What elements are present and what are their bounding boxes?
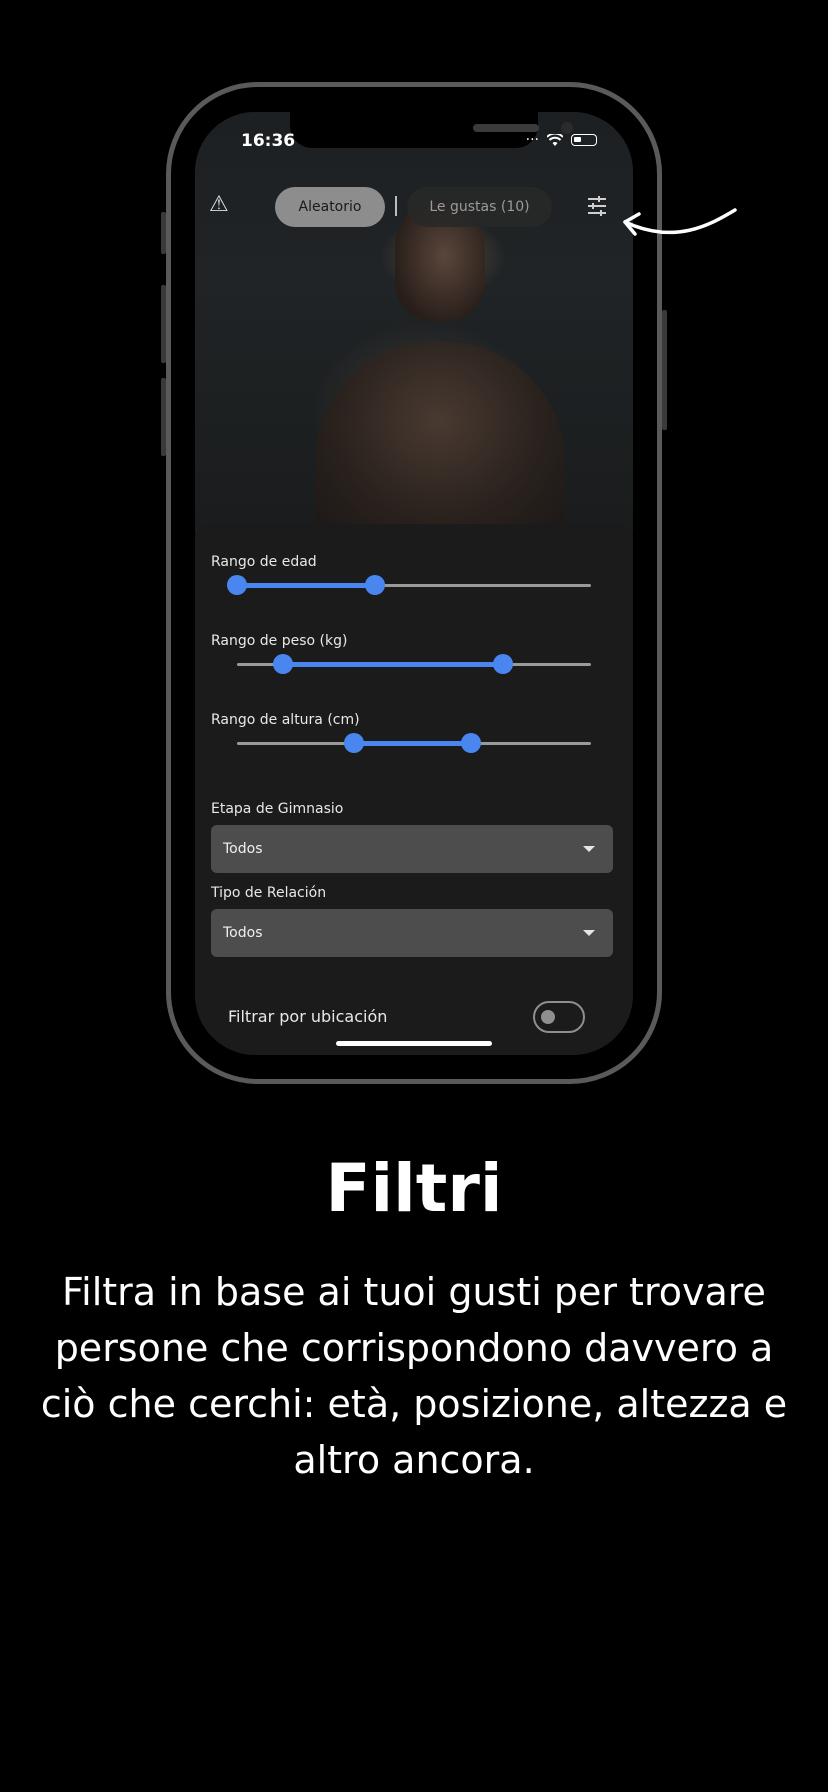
height-range-max-thumb[interactable] <box>460 733 481 753</box>
battery-icon <box>571 134 597 146</box>
height-range-min-thumb[interactable] <box>343 733 364 753</box>
tab-le-gustas[interactable]: Le gustas (10) <box>407 187 552 227</box>
tab-aleatorio[interactable]: Aleatorio <box>275 187 385 227</box>
weight-range-label: Rango de peso (kg) <box>211 633 348 649</box>
weight-range-slider[interactable] <box>237 654 591 674</box>
relationship-type-select[interactable]: Todos <box>211 909 613 957</box>
profile-photo <box>195 112 633 542</box>
tune-icon[interactable] <box>585 194 609 218</box>
age-range-min-thumb[interactable] <box>227 575 247 595</box>
location-filter-toggle[interactable] <box>533 1001 585 1033</box>
height-range-slider[interactable] <box>237 733 591 753</box>
age-range-slider[interactable] <box>227 575 591 595</box>
wifi-icon <box>547 133 563 146</box>
home-indicator <box>336 1041 492 1046</box>
height-range-label: Rango de altura (cm) <box>211 712 360 728</box>
toggle-knob <box>541 1010 555 1024</box>
relationship-type-label: Tipo de Relación <box>211 885 327 901</box>
age-range-fill <box>237 583 376 588</box>
signal-icon: ··· <box>525 132 539 148</box>
phone-screen: 16:36 ··· ⚠ Aleatorio Le gustas (10) Ran… <box>195 112 633 1055</box>
side-button <box>161 285 166 363</box>
pointer-arrow-icon <box>623 208 737 236</box>
photo-subject <box>315 342 565 542</box>
gym-stage-select[interactable]: Todos <box>211 825 613 873</box>
weight-range-max-thumb[interactable] <box>492 654 513 674</box>
weight-range-min-thumb[interactable] <box>273 654 294 674</box>
side-button <box>662 310 667 430</box>
relationship-type-value: Todos <box>223 925 263 941</box>
notch <box>290 112 573 148</box>
age-range-max-thumb[interactable] <box>365 575 386 595</box>
side-button <box>161 212 166 254</box>
feature-title: Filtri <box>325 1150 503 1227</box>
dropdown-arrow-icon <box>583 846 595 852</box>
gym-stage-label: Etapa de Gimnasio <box>211 801 344 817</box>
weight-range-fill <box>283 662 503 667</box>
age-range-label: Rango de edad <box>211 554 317 570</box>
gym-stage-value: Todos <box>223 841 263 857</box>
warning-icon[interactable]: ⚠ <box>209 192 229 217</box>
filters-sheet: Rango de edad Rango de peso (kg) Rango d… <box>195 524 633 1055</box>
dropdown-arrow-icon <box>583 930 595 936</box>
side-button <box>161 378 166 456</box>
location-filter-label: Filtrar por ubicación <box>228 1007 388 1026</box>
status-icons: ··· <box>526 132 597 148</box>
feature-description: Filtra in base ai tuoi gusti per trovare… <box>40 1270 788 1482</box>
speaker <box>473 124 539 132</box>
status-time: 16:36 <box>241 131 296 151</box>
height-range-fill <box>353 741 471 746</box>
tab-separator <box>395 196 397 216</box>
